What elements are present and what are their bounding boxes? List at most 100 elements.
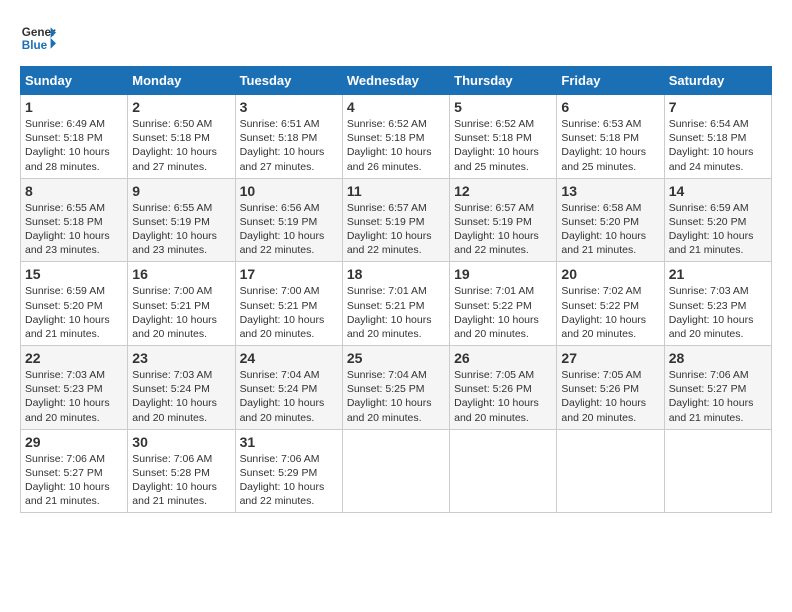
- calendar-cell: 14 Sunrise: 6:59 AM Sunset: 5:20 PM Dayl…: [664, 178, 771, 262]
- day-number: 2: [132, 99, 230, 115]
- day-number: 22: [25, 350, 123, 366]
- calendar-cell: 7 Sunrise: 6:54 AM Sunset: 5:18 PM Dayli…: [664, 95, 771, 179]
- calendar-cell: 28 Sunrise: 7:06 AM Sunset: 5:27 PM Dayl…: [664, 346, 771, 430]
- day-number: 12: [454, 183, 552, 199]
- calendar-cell: [450, 429, 557, 513]
- day-info: Sunrise: 6:52 AM Sunset: 5:18 PM Dayligh…: [454, 117, 552, 174]
- calendar-cell: 19 Sunrise: 7:01 AM Sunset: 5:22 PM Dayl…: [450, 262, 557, 346]
- column-header-tuesday: Tuesday: [235, 67, 342, 95]
- day-info: Sunrise: 7:05 AM Sunset: 5:26 PM Dayligh…: [454, 368, 552, 425]
- day-info: Sunrise: 7:04 AM Sunset: 5:24 PM Dayligh…: [240, 368, 338, 425]
- day-number: 17: [240, 266, 338, 282]
- day-number: 21: [669, 266, 767, 282]
- column-header-thursday: Thursday: [450, 67, 557, 95]
- day-info: Sunrise: 6:59 AM Sunset: 5:20 PM Dayligh…: [25, 284, 123, 341]
- day-number: 1: [25, 99, 123, 115]
- day-info: Sunrise: 7:00 AM Sunset: 5:21 PM Dayligh…: [240, 284, 338, 341]
- calendar-cell: 2 Sunrise: 6:50 AM Sunset: 5:18 PM Dayli…: [128, 95, 235, 179]
- day-number: 4: [347, 99, 445, 115]
- calendar-cell: 13 Sunrise: 6:58 AM Sunset: 5:20 PM Dayl…: [557, 178, 664, 262]
- day-info: Sunrise: 6:54 AM Sunset: 5:18 PM Dayligh…: [669, 117, 767, 174]
- day-info: Sunrise: 6:58 AM Sunset: 5:20 PM Dayligh…: [561, 201, 659, 258]
- day-info: Sunrise: 6:52 AM Sunset: 5:18 PM Dayligh…: [347, 117, 445, 174]
- day-info: Sunrise: 6:59 AM Sunset: 5:20 PM Dayligh…: [669, 201, 767, 258]
- calendar-cell: 21 Sunrise: 7:03 AM Sunset: 5:23 PM Dayl…: [664, 262, 771, 346]
- logo: General Blue: [20, 20, 56, 56]
- calendar-cell: 1 Sunrise: 6:49 AM Sunset: 5:18 PM Dayli…: [21, 95, 128, 179]
- calendar-cell: 25 Sunrise: 7:04 AM Sunset: 5:25 PM Dayl…: [342, 346, 449, 430]
- calendar-week-1: 1 Sunrise: 6:49 AM Sunset: 5:18 PM Dayli…: [21, 95, 772, 179]
- day-info: Sunrise: 6:49 AM Sunset: 5:18 PM Dayligh…: [25, 117, 123, 174]
- calendar-cell: 16 Sunrise: 7:00 AM Sunset: 5:21 PM Dayl…: [128, 262, 235, 346]
- day-number: 20: [561, 266, 659, 282]
- column-header-saturday: Saturday: [664, 67, 771, 95]
- logo-icon: General Blue: [20, 20, 56, 56]
- day-number: 19: [454, 266, 552, 282]
- day-info: Sunrise: 7:03 AM Sunset: 5:24 PM Dayligh…: [132, 368, 230, 425]
- day-info: Sunrise: 6:57 AM Sunset: 5:19 PM Dayligh…: [454, 201, 552, 258]
- calendar-cell: 17 Sunrise: 7:00 AM Sunset: 5:21 PM Dayl…: [235, 262, 342, 346]
- calendar-cell: 30 Sunrise: 7:06 AM Sunset: 5:28 PM Dayl…: [128, 429, 235, 513]
- calendar-table: SundayMondayTuesdayWednesdayThursdayFrid…: [20, 66, 772, 513]
- day-info: Sunrise: 7:06 AM Sunset: 5:28 PM Dayligh…: [132, 452, 230, 509]
- calendar-cell: 4 Sunrise: 6:52 AM Sunset: 5:18 PM Dayli…: [342, 95, 449, 179]
- calendar-cell: 15 Sunrise: 6:59 AM Sunset: 5:20 PM Dayl…: [21, 262, 128, 346]
- calendar-cell: 31 Sunrise: 7:06 AM Sunset: 5:29 PM Dayl…: [235, 429, 342, 513]
- day-info: Sunrise: 7:05 AM Sunset: 5:26 PM Dayligh…: [561, 368, 659, 425]
- day-info: Sunrise: 6:56 AM Sunset: 5:19 PM Dayligh…: [240, 201, 338, 258]
- column-header-friday: Friday: [557, 67, 664, 95]
- day-number: 23: [132, 350, 230, 366]
- svg-text:Blue: Blue: [22, 39, 48, 52]
- calendar-cell: 23 Sunrise: 7:03 AM Sunset: 5:24 PM Dayl…: [128, 346, 235, 430]
- column-header-sunday: Sunday: [21, 67, 128, 95]
- calendar-cell: 27 Sunrise: 7:05 AM Sunset: 5:26 PM Dayl…: [557, 346, 664, 430]
- calendar-cell: 12 Sunrise: 6:57 AM Sunset: 5:19 PM Dayl…: [450, 178, 557, 262]
- day-info: Sunrise: 6:51 AM Sunset: 5:18 PM Dayligh…: [240, 117, 338, 174]
- calendar-cell: 11 Sunrise: 6:57 AM Sunset: 5:19 PM Dayl…: [342, 178, 449, 262]
- calendar-cell: 8 Sunrise: 6:55 AM Sunset: 5:18 PM Dayli…: [21, 178, 128, 262]
- calendar-cell: 9 Sunrise: 6:55 AM Sunset: 5:19 PM Dayli…: [128, 178, 235, 262]
- calendar-cell: 24 Sunrise: 7:04 AM Sunset: 5:24 PM Dayl…: [235, 346, 342, 430]
- column-header-wednesday: Wednesday: [342, 67, 449, 95]
- day-number: 3: [240, 99, 338, 115]
- calendar-cell: [664, 429, 771, 513]
- day-number: 8: [25, 183, 123, 199]
- day-info: Sunrise: 7:03 AM Sunset: 5:23 PM Dayligh…: [669, 284, 767, 341]
- day-number: 7: [669, 99, 767, 115]
- day-info: Sunrise: 7:06 AM Sunset: 5:29 PM Dayligh…: [240, 452, 338, 509]
- day-info: Sunrise: 6:53 AM Sunset: 5:18 PM Dayligh…: [561, 117, 659, 174]
- column-header-monday: Monday: [128, 67, 235, 95]
- day-info: Sunrise: 7:04 AM Sunset: 5:25 PM Dayligh…: [347, 368, 445, 425]
- calendar-cell: 18 Sunrise: 7:01 AM Sunset: 5:21 PM Dayl…: [342, 262, 449, 346]
- calendar-header-row: SundayMondayTuesdayWednesdayThursdayFrid…: [21, 67, 772, 95]
- calendar-week-4: 22 Sunrise: 7:03 AM Sunset: 5:23 PM Dayl…: [21, 346, 772, 430]
- calendar-cell: 5 Sunrise: 6:52 AM Sunset: 5:18 PM Dayli…: [450, 95, 557, 179]
- calendar-week-3: 15 Sunrise: 6:59 AM Sunset: 5:20 PM Dayl…: [21, 262, 772, 346]
- day-number: 29: [25, 434, 123, 450]
- calendar-cell: 10 Sunrise: 6:56 AM Sunset: 5:19 PM Dayl…: [235, 178, 342, 262]
- calendar-cell: 22 Sunrise: 7:03 AM Sunset: 5:23 PM Dayl…: [21, 346, 128, 430]
- day-number: 24: [240, 350, 338, 366]
- calendar-cell: 3 Sunrise: 6:51 AM Sunset: 5:18 PM Dayli…: [235, 95, 342, 179]
- day-info: Sunrise: 7:02 AM Sunset: 5:22 PM Dayligh…: [561, 284, 659, 341]
- day-info: Sunrise: 7:01 AM Sunset: 5:21 PM Dayligh…: [347, 284, 445, 341]
- calendar-week-2: 8 Sunrise: 6:55 AM Sunset: 5:18 PM Dayli…: [21, 178, 772, 262]
- day-number: 13: [561, 183, 659, 199]
- day-number: 27: [561, 350, 659, 366]
- calendar-cell: 26 Sunrise: 7:05 AM Sunset: 5:26 PM Dayl…: [450, 346, 557, 430]
- day-number: 15: [25, 266, 123, 282]
- day-number: 10: [240, 183, 338, 199]
- day-info: Sunrise: 7:00 AM Sunset: 5:21 PM Dayligh…: [132, 284, 230, 341]
- day-info: Sunrise: 6:55 AM Sunset: 5:19 PM Dayligh…: [132, 201, 230, 258]
- day-number: 25: [347, 350, 445, 366]
- day-info: Sunrise: 6:55 AM Sunset: 5:18 PM Dayligh…: [25, 201, 123, 258]
- day-info: Sunrise: 7:06 AM Sunset: 5:27 PM Dayligh…: [25, 452, 123, 509]
- day-info: Sunrise: 6:50 AM Sunset: 5:18 PM Dayligh…: [132, 117, 230, 174]
- day-number: 30: [132, 434, 230, 450]
- day-number: 14: [669, 183, 767, 199]
- calendar-cell: [342, 429, 449, 513]
- day-number: 5: [454, 99, 552, 115]
- day-number: 18: [347, 266, 445, 282]
- calendar-cell: 29 Sunrise: 7:06 AM Sunset: 5:27 PM Dayl…: [21, 429, 128, 513]
- calendar-cell: 6 Sunrise: 6:53 AM Sunset: 5:18 PM Dayli…: [557, 95, 664, 179]
